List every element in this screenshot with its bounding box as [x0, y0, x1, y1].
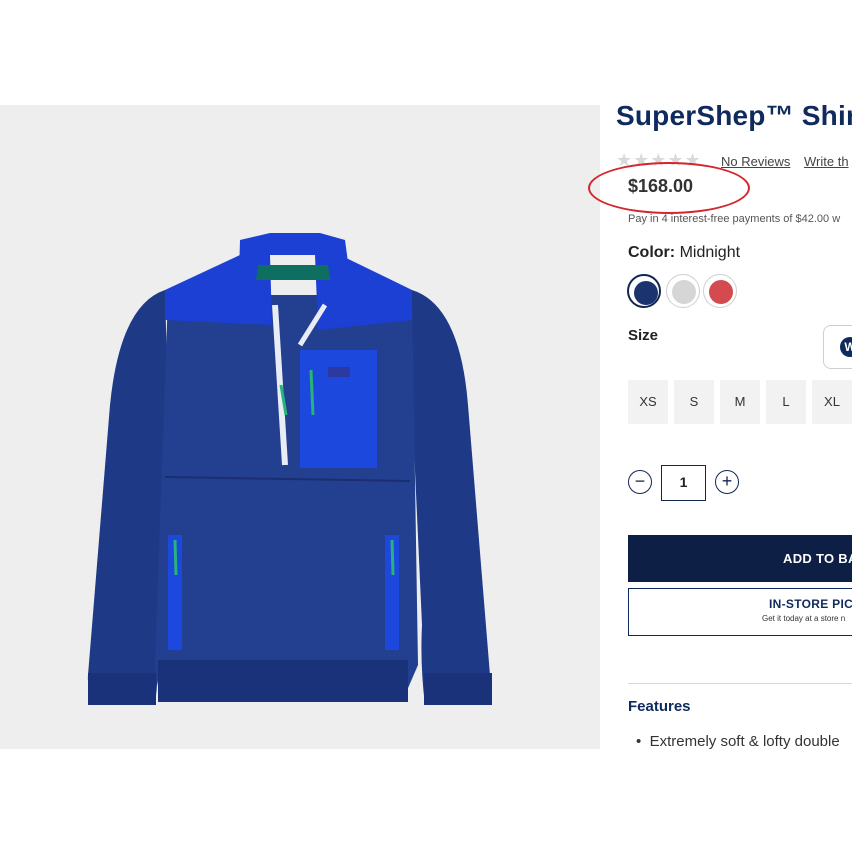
add-to-bag-button[interactable]: ADD TO BA — [628, 535, 852, 582]
size-option-l[interactable]: L — [766, 380, 806, 424]
brand-whale-icon: W — [840, 337, 852, 357]
product-image[interactable] — [0, 105, 600, 749]
size-label: Size — [628, 327, 659, 344]
color-label-key: Color: — [628, 244, 676, 261]
installments-text: Pay in 4 interest-free payments of $42.0… — [628, 213, 841, 225]
pickup-title: IN-STORE PIC — [769, 597, 852, 611]
product-title: SuperShep™ Shirt — [616, 100, 852, 131]
color-swatch-midnight[interactable] — [627, 274, 661, 308]
quantity-input[interactable]: 1 — [661, 465, 706, 501]
size-option-s[interactable]: S — [674, 380, 714, 424]
feature-list-item: • Extremely soft & lofty double — [636, 733, 840, 750]
pullover-illustration — [87, 233, 492, 705]
swatch-fill — [672, 280, 696, 304]
pickup-subtitle: Get it today at a store n — [762, 614, 846, 623]
color-swatch-red[interactable] — [703, 274, 737, 308]
write-review-link[interactable]: Write th — [804, 154, 849, 169]
size-guide-button[interactable]: W — [823, 325, 852, 369]
size-option-xs[interactable]: XS — [628, 380, 668, 424]
color-label: Color: Midnight — [628, 244, 740, 262]
in-store-pickup-button[interactable]: IN-STORE PIC Get it today at a store n — [628, 588, 852, 636]
color-selected-value: Midnight — [679, 244, 741, 261]
swatch-fill — [709, 280, 733, 304]
color-swatch-gray[interactable] — [666, 274, 700, 308]
reviews-link[interactable]: No Reviews — [721, 154, 790, 169]
features-heading[interactable]: Features — [628, 698, 691, 715]
swatch-fill — [634, 281, 658, 305]
feature-text: Extremely soft & lofty double — [649, 733, 840, 750]
size-option-m[interactable]: M — [720, 380, 760, 424]
quantity-increase-button[interactable]: + — [715, 470, 739, 494]
price-highlight-annotation — [588, 162, 750, 214]
size-option-xl[interactable]: XL — [812, 380, 852, 424]
quantity-decrease-button[interactable]: − — [628, 470, 652, 494]
section-divider — [628, 683, 852, 684]
